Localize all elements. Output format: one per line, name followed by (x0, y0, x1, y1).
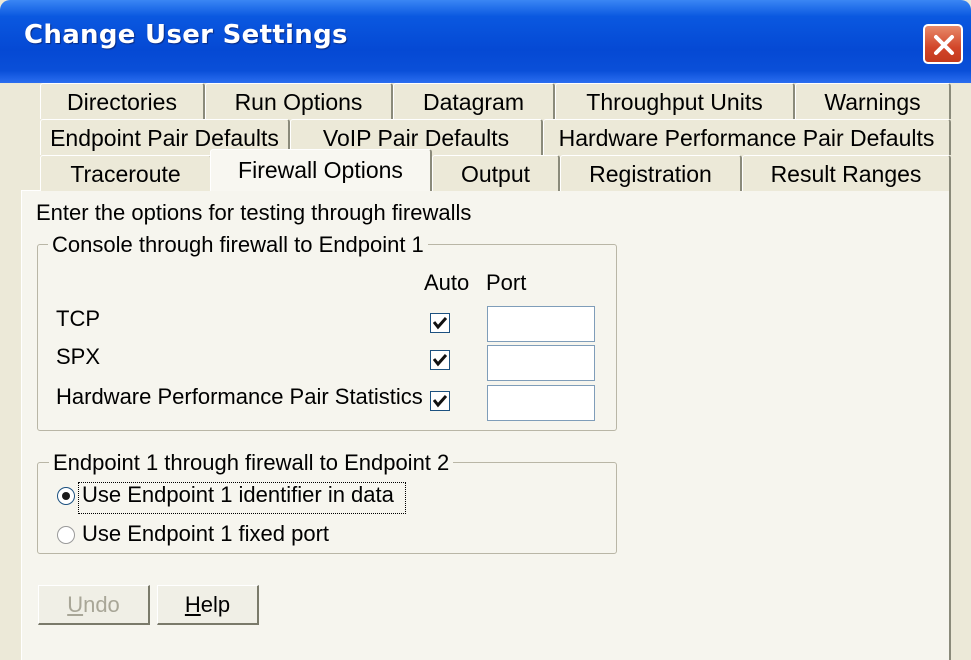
close-button[interactable] (923, 24, 963, 64)
title-bar[interactable]: Change User Settings (0, 0, 971, 83)
tab-firewall-options[interactable]: Firewall Options (210, 149, 432, 191)
tab-throughput-units[interactable]: Throughput Units (555, 83, 795, 119)
tab-registration[interactable]: Registration (560, 155, 742, 191)
identifier-in-data-label[interactable]: Use Endpoint 1 identifier in data (82, 482, 394, 508)
spx-port-field[interactable] (487, 345, 595, 381)
tab-output[interactable]: Output (432, 155, 560, 191)
hardware-performance-label: Hardware Performance Pair Statistics (56, 384, 423, 409)
spx-label: SPX (56, 344, 101, 369)
tab-traceroute[interactable]: Traceroute (40, 155, 212, 191)
fixed-port-label[interactable]: Use Endpoint 1 fixed port (82, 521, 329, 547)
tcp-port-field[interactable] (487, 306, 595, 342)
tab-directories[interactable]: Directories (40, 83, 205, 119)
identifier-in-data-radio[interactable] (57, 487, 75, 505)
help-button[interactable]: Help (157, 585, 259, 625)
checkmark-icon (433, 317, 447, 330)
tab-warnings[interactable]: Warnings (795, 83, 951, 119)
tab-datagram[interactable]: Datagram (393, 83, 555, 119)
window-title: Change User Settings (24, 20, 348, 50)
tab-hardware-performance-pair-defaults[interactable]: Hardware Performance Pair Defaults (543, 119, 951, 155)
auto-column-header: Auto (424, 270, 470, 295)
spx-auto-checkbox[interactable] (430, 350, 450, 370)
tcp-auto-checkbox[interactable] (430, 313, 450, 333)
tab-run-options[interactable]: Run Options (205, 83, 393, 119)
tcp-label: TCP (56, 306, 100, 331)
checkmark-icon (433, 354, 447, 367)
endpoint-group-legend: Endpoint 1 through firewall to Endpoint … (49, 450, 454, 476)
hardware-performance-port-field[interactable] (487, 385, 595, 421)
fixed-port-radio[interactable] (57, 526, 75, 544)
port-column-header: Port (486, 270, 527, 295)
checkmark-icon (433, 395, 447, 408)
undo-button[interactable]: Undo (38, 585, 150, 625)
console-group-legend: Console through firewall to Endpoint 1 (48, 232, 428, 258)
instruction-text: Enter the options for testing through fi… (36, 200, 472, 225)
dialog-window: Change User Settings Directories Run Opt… (0, 0, 971, 660)
tab-result-ranges[interactable]: Result Ranges (742, 155, 951, 191)
close-icon (934, 35, 954, 55)
hardware-performance-auto-checkbox[interactable] (430, 391, 450, 411)
